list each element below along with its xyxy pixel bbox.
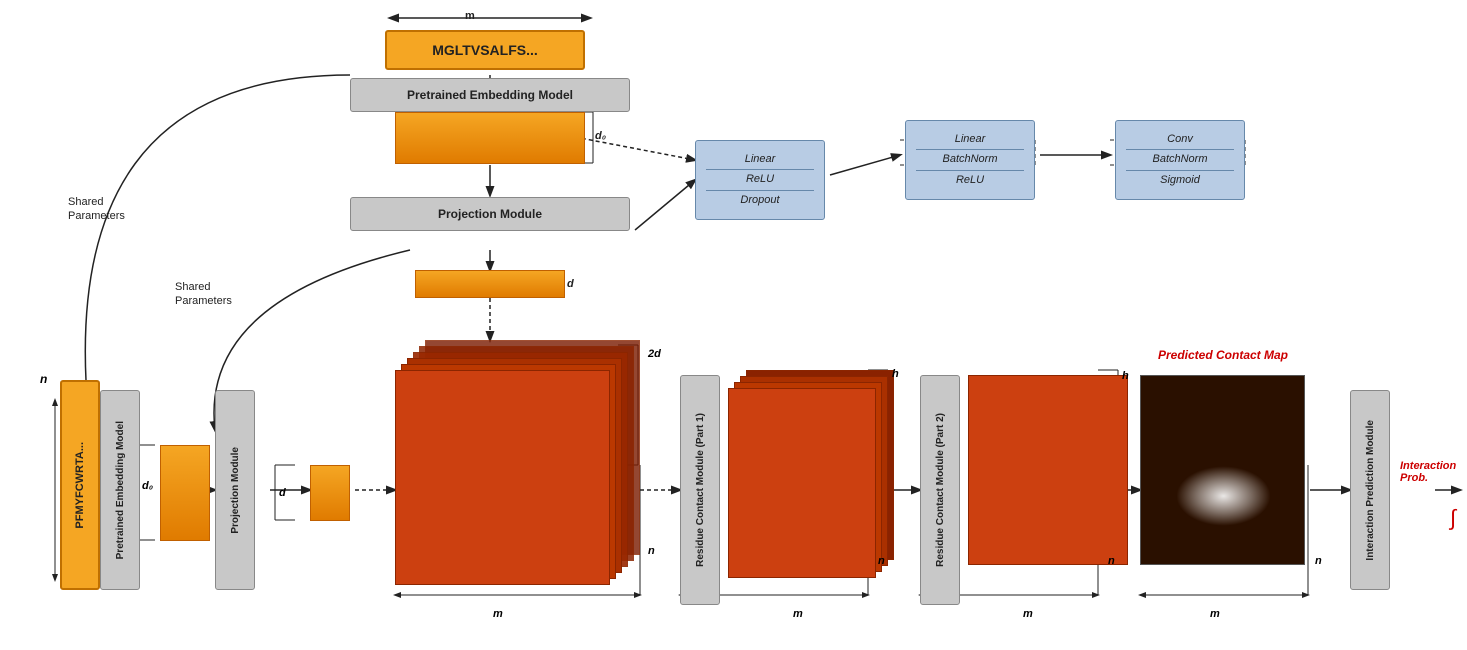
residue-output-2: [968, 375, 1128, 565]
label-n-output2: n: [1108, 555, 1115, 567]
projection-module-top: Projection Module: [350, 197, 630, 231]
pretrained-embedding-left: Pretrained Embedding Model: [100, 390, 140, 590]
contact-map: [1140, 375, 1305, 565]
interaction-prob-label: InteractionProb.: [1400, 460, 1467, 484]
label-d0-left: d₀: [142, 480, 153, 492]
blue-box-3-line2: BatchNorm: [1152, 152, 1207, 167]
sequence-left: PFMYFCWRTA...: [60, 380, 100, 590]
label-h-1: h: [892, 368, 899, 380]
blue-box-3-line3: Sigmoid: [1160, 173, 1200, 188]
embedding-output-top: [395, 112, 585, 164]
matrix-stack: [395, 340, 645, 600]
sigma-symbol: ∫: [1450, 505, 1456, 531]
blue-box-3-line1: Conv: [1167, 132, 1193, 147]
blue-box-1-line2: ReLU: [746, 172, 774, 187]
label-n-contact: n: [1315, 555, 1322, 567]
label-n-output1: n: [878, 555, 885, 567]
projection-output-left: [310, 465, 350, 521]
label-m-output2: m: [1023, 608, 1033, 620]
residue-contact-part1: Residue Contact Module (Part 1): [680, 375, 720, 605]
blue-box-2: Linear BatchNorm ReLU: [905, 120, 1035, 200]
label-m-output1: m: [793, 608, 803, 620]
label-d-top: d: [567, 278, 574, 290]
label-n-matrix: n: [648, 545, 655, 557]
label-h-2: h: [1122, 370, 1129, 382]
residue-contact-part2: Residue Contact Module (Part 2): [920, 375, 960, 605]
interaction-prediction-module: Interaction Prediction Module: [1350, 390, 1390, 590]
blue-box-1: Linear ReLU Dropout: [695, 140, 825, 220]
label-2d: 2d: [648, 348, 661, 360]
blue-box-1-line1: Linear: [745, 152, 776, 167]
blue-box-2-line3: ReLU: [956, 173, 984, 188]
predicted-contact-map-label: Predicted Contact Map: [1143, 348, 1303, 362]
label-m-contact: m: [1210, 608, 1220, 620]
sequence-top: MGLTVSALFS...: [385, 30, 585, 70]
blue-box-2-line2: BatchNorm: [942, 152, 997, 167]
projection-output-top: [415, 270, 565, 298]
pretrained-embedding-top: Pretrained Embedding Model: [350, 78, 630, 112]
label-m-top: m: [465, 10, 475, 22]
shared-params-1: SharedParameters: [68, 195, 188, 224]
projection-module-left: Projection Module: [215, 390, 255, 590]
blue-box-2-line1: Linear: [955, 132, 986, 147]
label-n-left: n: [40, 370, 47, 388]
diagram: MGLTVSALFS... m Pretrained Embedding Mod…: [0, 0, 1467, 650]
label-d-left: d: [279, 487, 286, 499]
blue-box-3: Conv BatchNorm Sigmoid: [1115, 120, 1245, 200]
embedding-output-left: [160, 445, 210, 541]
blue-box-1-line3: Dropout: [740, 193, 779, 208]
label-m-matrix: m: [493, 608, 503, 620]
shared-params-2: SharedParameters: [175, 280, 295, 309]
residue-output-1: [728, 370, 898, 585]
label-d0-top: d₀: [595, 130, 606, 142]
